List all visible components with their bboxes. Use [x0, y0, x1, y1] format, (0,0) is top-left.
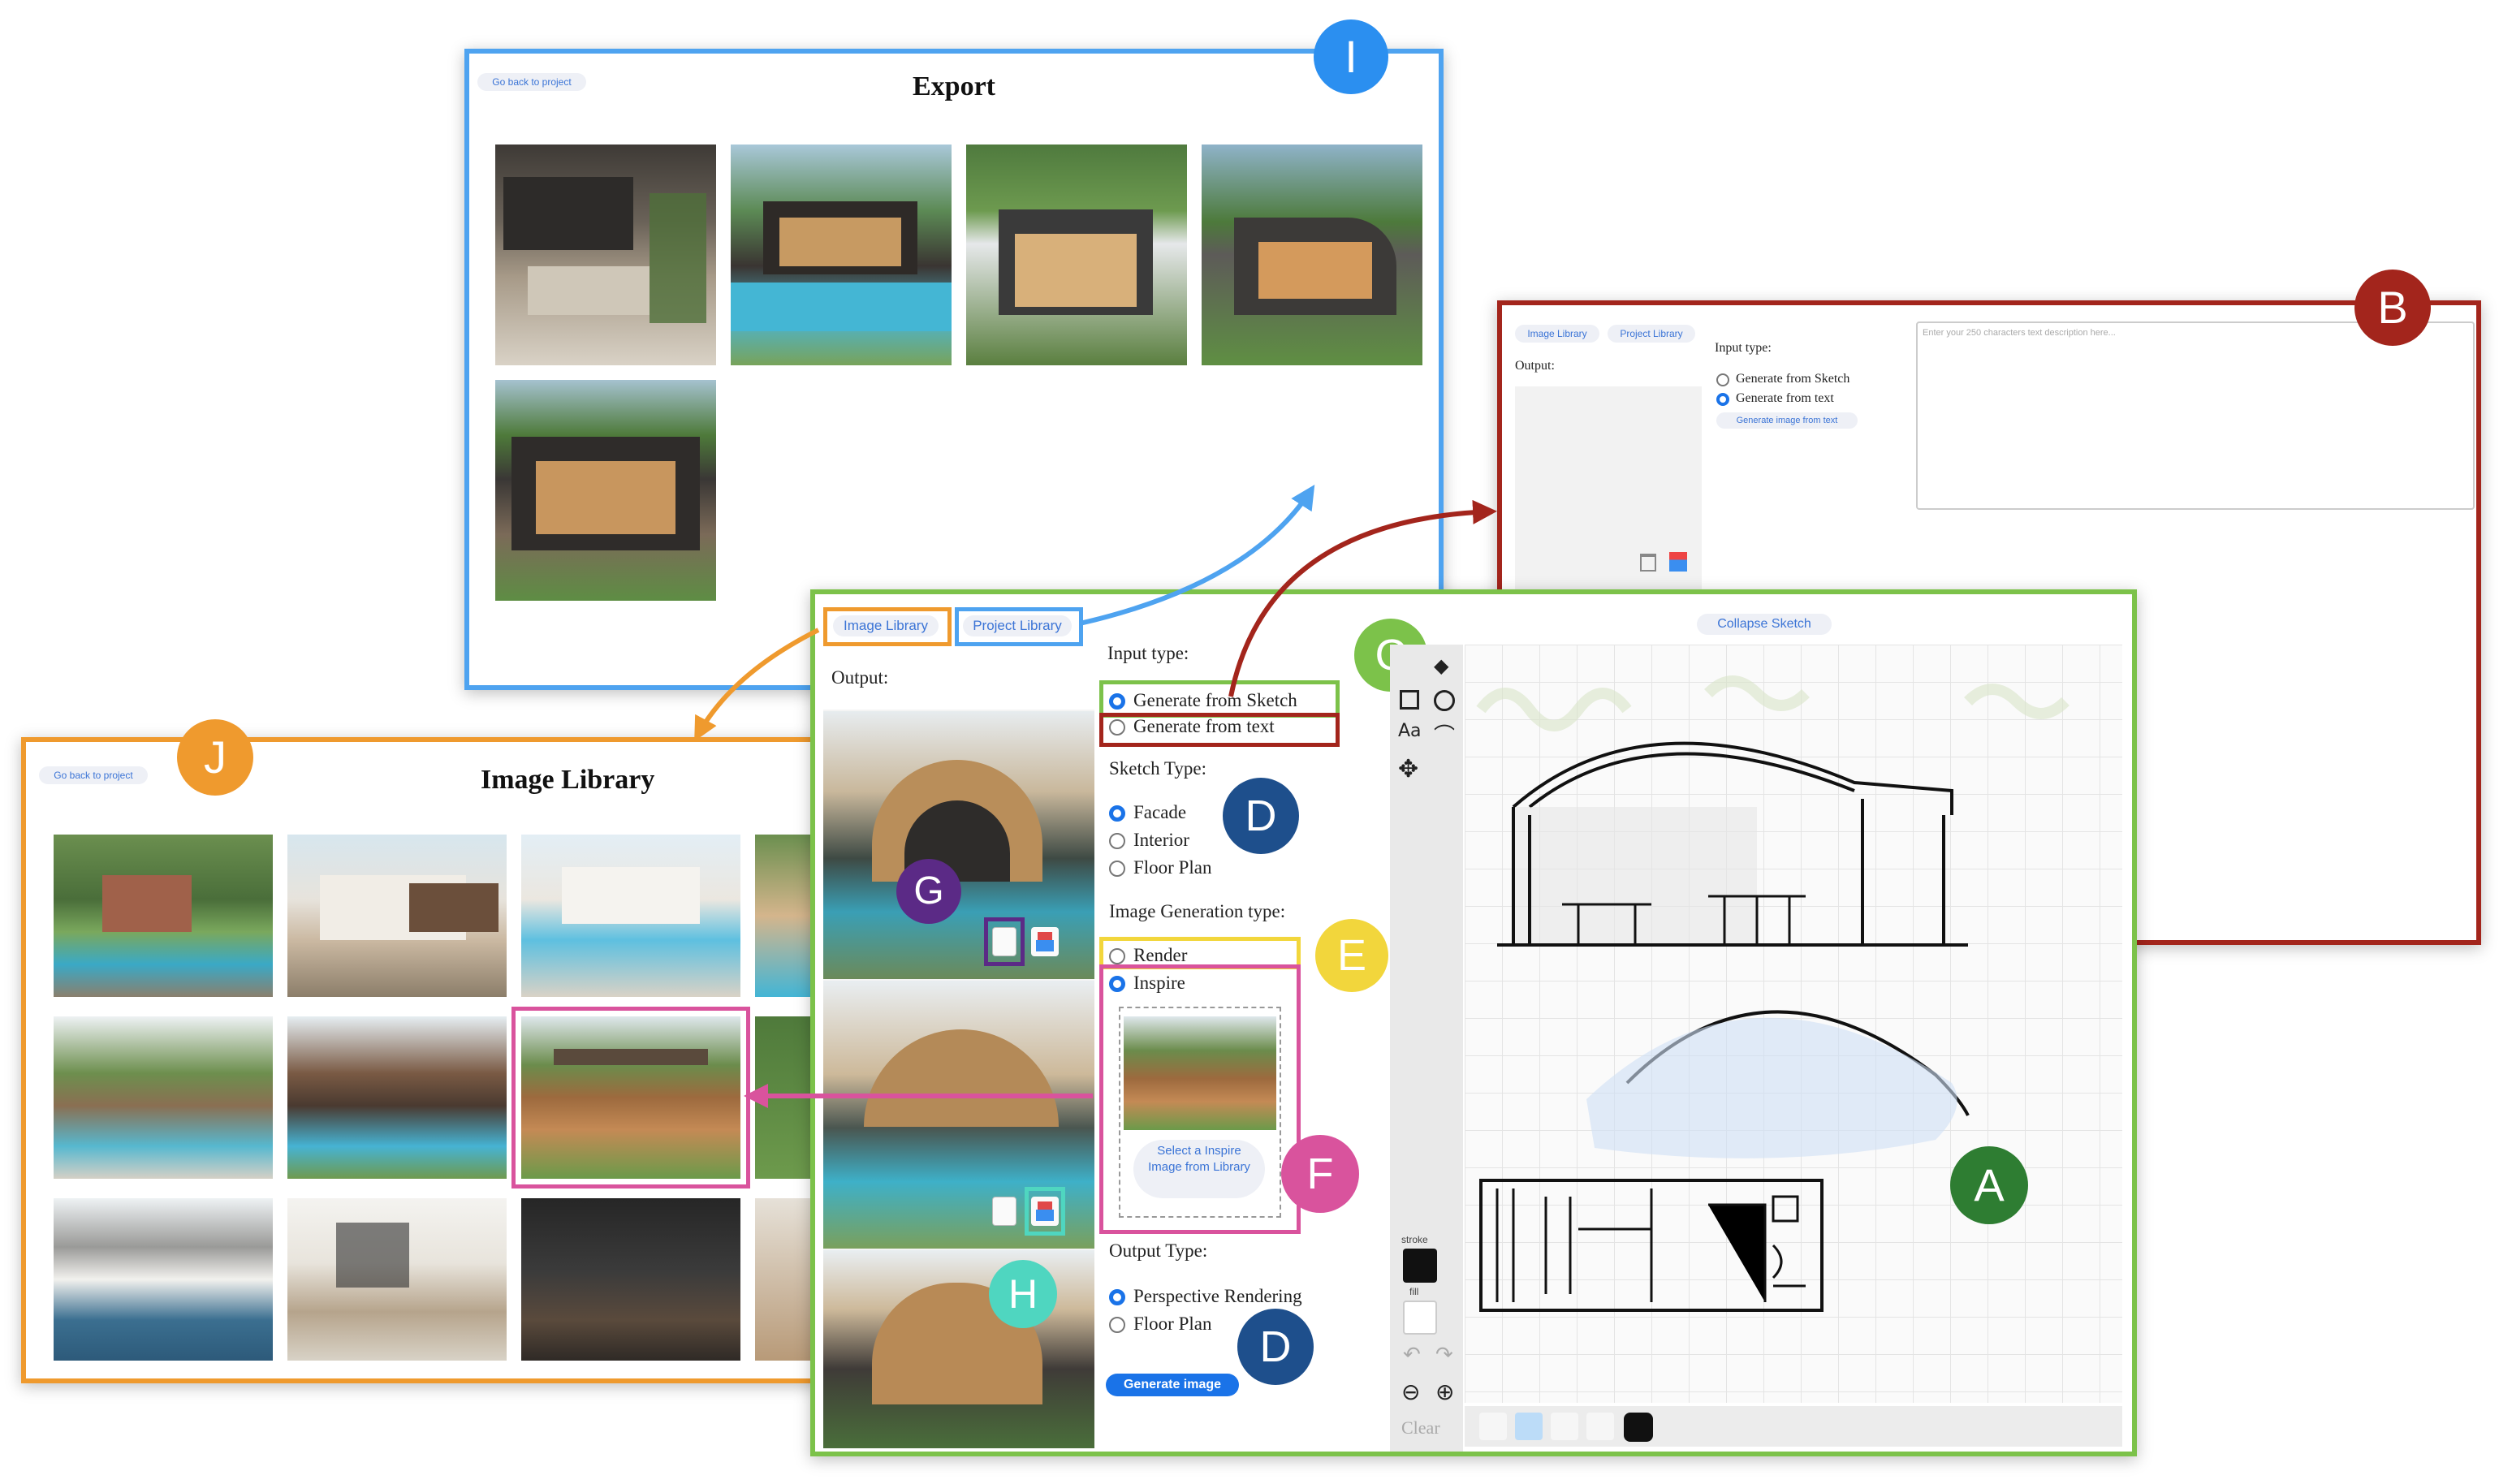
arrow-to-export	[1079, 484, 1315, 626]
connector-arrows	[694, 484, 1497, 1108]
arrow-to-image-library	[694, 628, 820, 742]
